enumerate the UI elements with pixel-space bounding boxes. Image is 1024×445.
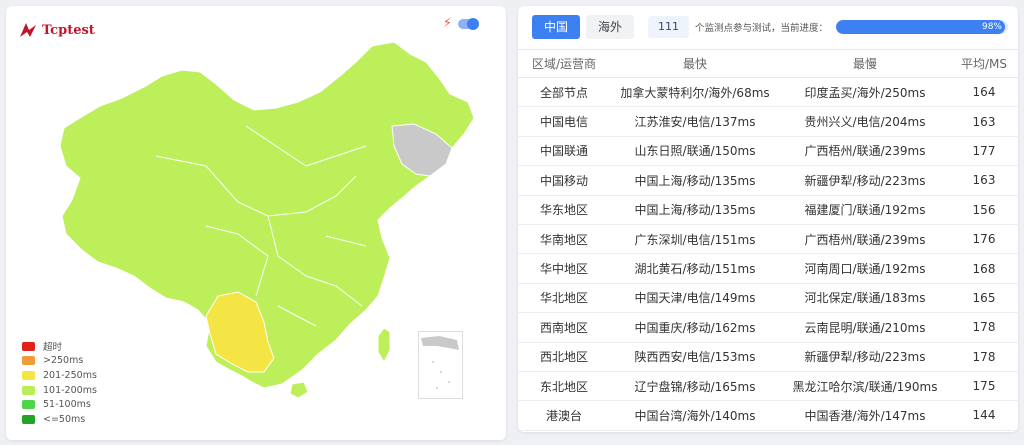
table-cell: 新疆伊犁/移动/223ms [780,165,950,196]
table-row: 华北地区 中国天津/电信/149ms 河北保定/联通/183ms 165 [518,283,1018,314]
table-cell: 华东地区 [518,195,610,225]
table-cell: 华中地区 [518,253,610,284]
table-cell: 164 [950,77,1018,108]
legend-item: 51-100ms [22,397,97,412]
table-cell: 178 [950,312,1018,343]
table-cell: 河北保定/联通/183ms [780,283,950,314]
table-body: 全部节点 加拿大蒙特利尔/海外/68ms 印度孟买/海外/250ms 164 中国电信江… [518,77,1018,431]
map-region-taiwan[interactable] [377,327,391,364]
table-cell: 中国香港/海外/147ms [780,400,950,431]
table-cell: 云南昆明/联通/210ms [780,312,950,343]
legend-swatch [22,356,35,366]
legend-swatch [22,385,35,395]
table-row: 华东地区 中国上海/移动/135ms 福建厦门/联通/192ms 156 [518,195,1018,225]
table-cell: 中国天津/电信/149ms [610,283,780,314]
legend-swatch [22,341,35,351]
table-row: 中国电信 江苏淮安/电信/137ms 贵州兴义/电信/204ms 163 [518,106,1018,137]
table-cell: 144 [950,400,1018,431]
table-cell: 176 [950,224,1018,255]
table-row: 港澳台 中国台湾/海外/140ms 中国香港/海外/147ms 144 [518,400,1018,431]
legend-label: 101-200ms [43,384,97,396]
table-cell: 东北地区 [518,371,610,402]
table-row: 中国联通 山东日照/联通/150ms 广西梧州/联通/239ms 177 [518,136,1018,167]
table-cell: 黑龙江哈尔滨/联通/190ms [780,371,950,402]
legend-swatch [22,414,35,424]
column-header: 最慢 [780,49,950,78]
table-cell: 华南地区 [518,224,610,255]
legend-label: 201-250ms [43,369,97,381]
table-cell: 福建厦门/联通/192ms [780,195,950,225]
table-cell: 165 [950,283,1018,314]
progress-fill [836,20,1005,34]
table-cell: 177 [950,136,1018,167]
legend-label: 51-100ms [43,399,91,411]
legend-item: 201-250ms [22,368,97,383]
table-row: 华南地区 广东深圳/电信/151ms 广西梧州/联通/239ms 176 [518,224,1018,255]
table-cell: 河南周口/联通/192ms [780,253,950,284]
table-header-row: 区域/运营商 最快 最慢 平均/MS [518,49,1018,78]
table-cell: 西南地区 [518,312,610,343]
map-region-hainan[interactable] [289,381,309,399]
table-cell: 中国台湾/海外/140ms [610,400,780,431]
results-toolbar: 中国 海外 111 个监测点参与测试，当前进度： 98% [532,14,1008,40]
table-cell: 广西梧州/联通/239ms [780,224,950,255]
column-header: 区域/运营商 [518,49,610,78]
legend-swatch [22,400,35,410]
table-cell: 168 [950,253,1018,284]
table-row: 华中地区 湖北黄石/移动/151ms 河南周口/联通/192ms 168 [518,253,1018,284]
legend-item: >250ms [22,354,97,369]
table-cell: 加拿大蒙特利尔/海外/68ms [610,77,780,108]
legend-item: 超时 [22,339,97,354]
south-china-sea-inset [418,331,463,399]
table-cell: 印度孟买/海外/250ms [780,77,950,108]
table-cell: 湖北黄石/移动/151ms [610,253,780,284]
table-cell: 163 [950,165,1018,196]
column-header: 最快 [610,49,780,78]
table-cell: 163 [950,106,1018,137]
table-row: 中国移动 中国上海/移动/135ms 新疆伊犁/移动/223ms 163 [518,165,1018,196]
legend-swatch [22,370,35,380]
progress-percent: 98% [981,22,1002,32]
tab-china[interactable]: 中国 [532,15,581,39]
map-panel: Tcptest ⚡ 超时 >250ms 201-250ms 101-200ms 51-1… [6,6,506,440]
tab-overseas[interactable]: 海外 [586,15,635,39]
table-cell: 中国电信 [518,106,610,137]
progress-text: 个监测点参与测试，当前进度： [695,23,829,34]
table-cell: 中国上海/移动/135ms [610,195,780,225]
table-row: 西北地区 陕西西安/电信/153ms 新疆伊犁/移动/223ms 178 [518,342,1018,372]
results-panel: 中国 海外 111 个监测点参与测试，当前进度： 98% 区域/运营商 最快 最慢平… [518,6,1018,432]
table-cell: 中国联通 [518,136,610,167]
table-cell: 江苏淮安/电信/137ms [610,106,780,137]
table-cell: 中国重庆/移动/162ms [610,312,780,343]
table-cell: 广东深圳/电信/151ms [610,224,780,255]
table-row: 全部节点 加拿大蒙特利尔/海外/68ms 印度孟买/海外/250ms 164 [518,77,1018,108]
legend-label: 超时 [43,342,63,354]
table-cell: 广西梧州/联通/239ms [780,136,950,167]
table-cell: 中国上海/移动/135ms [610,165,780,196]
legend-label: >250ms [43,355,84,367]
progress-bar: 98% [836,20,1008,34]
table-cell: 辽宁盘锦/移动/165ms [610,371,780,402]
table-cell: 中国移动 [518,165,610,196]
table-cell: 全部节点 [518,77,610,108]
table-cell: 陕西西安/电信/153ms [610,342,780,372]
table-cell: 175 [950,371,1018,402]
legend: 超时 >250ms 201-250ms 101-200ms 51-100ms <=50ms [22,339,97,427]
table-row: 西南地区 中国重庆/移动/162ms 云南昆明/联通/210ms 178 [518,312,1018,343]
table-cell: 新疆伊犁/移动/223ms [780,342,950,372]
column-header: 平均/MS [950,49,1018,78]
table-cell: 156 [950,195,1018,225]
table-cell: 178 [950,342,1018,372]
table-row: 东北地区 辽宁盘锦/移动/165ms 黑龙江哈尔滨/联通/190ms 175 [518,371,1018,402]
legend-item: 101-200ms [22,383,97,398]
table-cell: 华北地区 [518,283,610,314]
legend-label: <=50ms [43,413,86,425]
node-count: 111 [648,16,690,38]
table-cell: 贵州兴义/电信/204ms [780,106,950,137]
results-table: 区域/运营商 最快 最慢 平均/MS 全部节点 加拿大蒙特利尔/海外/68ms 印度孟买/… [518,49,1018,431]
table-cell: 西北地区 [518,342,610,372]
table-cell: 港澳台 [518,400,610,431]
table-cell: 山东日照/联通/150ms [610,136,780,167]
legend-item: <=50ms [22,412,97,427]
